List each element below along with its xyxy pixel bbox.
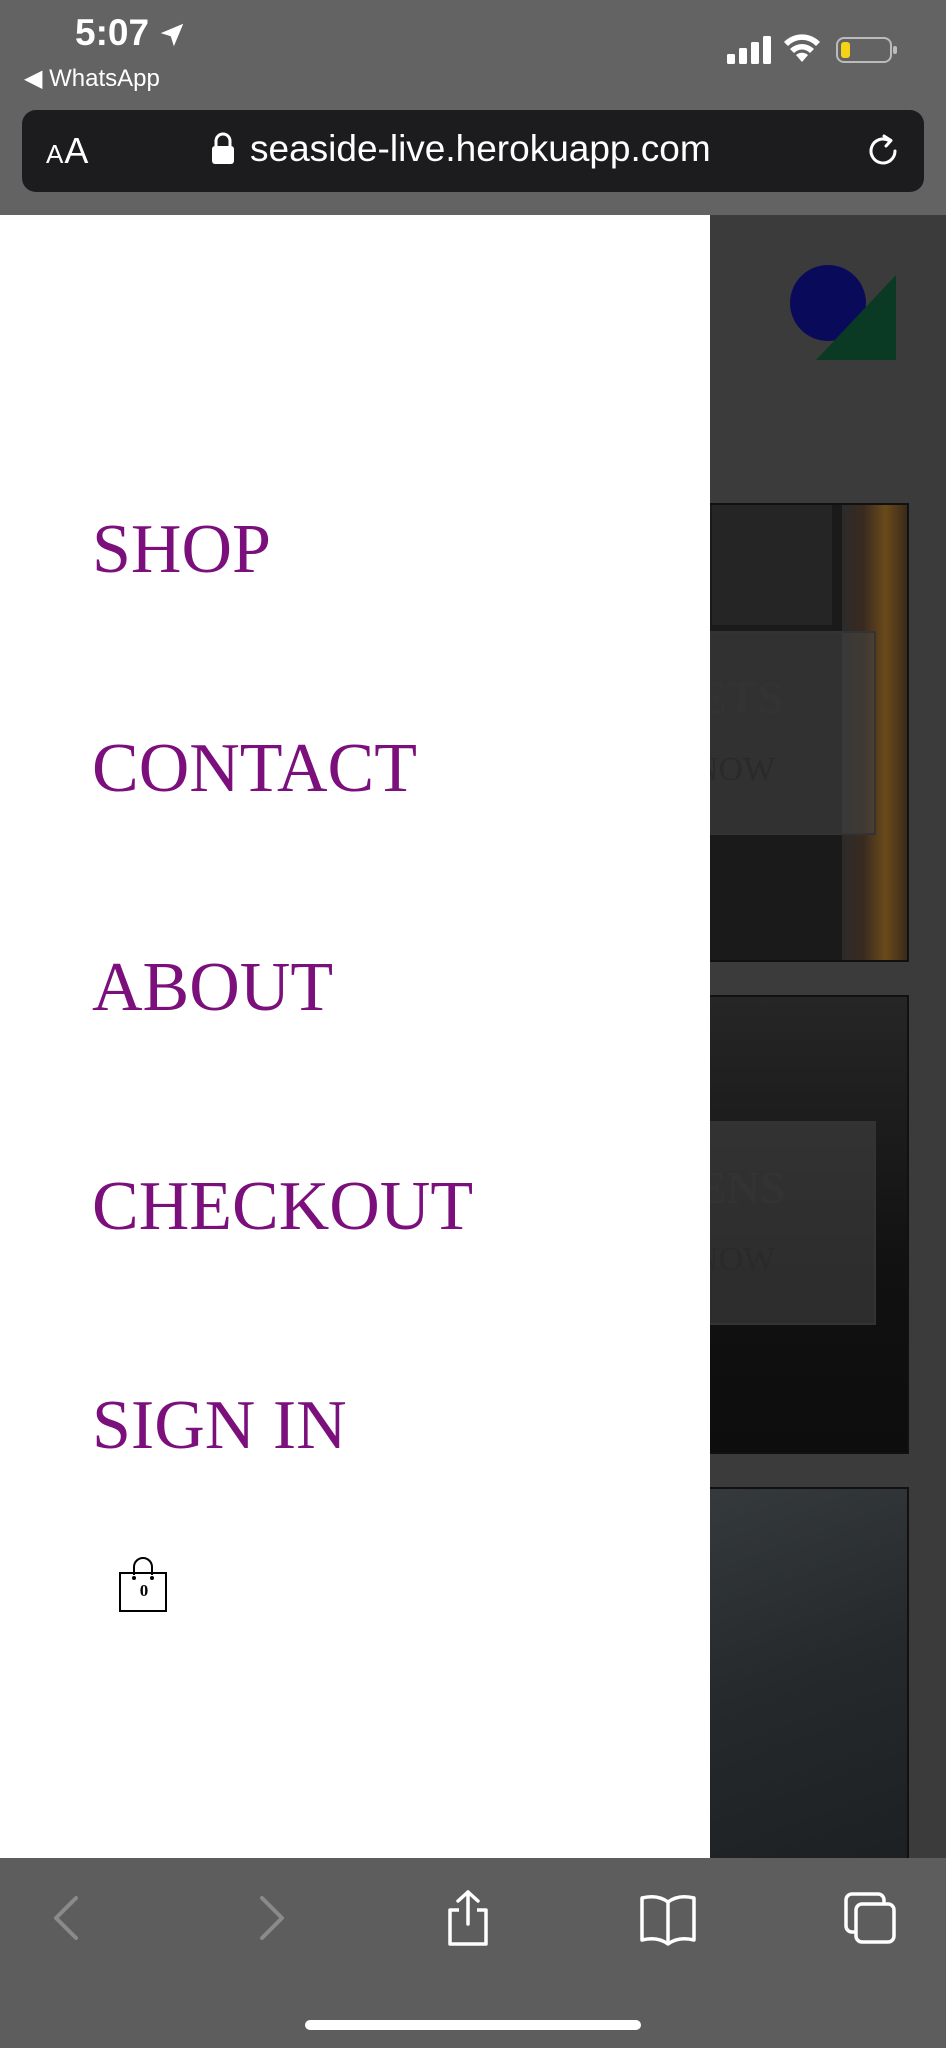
share-icon[interactable]: [438, 1888, 498, 1948]
wifi-icon: [784, 34, 820, 62]
category-card[interactable]: ENS NOW: [690, 995, 909, 1454]
screen: 5:07 ◀ WhatsApp AA seaside-live.herokuap…: [0, 0, 946, 2048]
menu-item-contact[interactable]: CONTACT: [92, 734, 417, 804]
url-text[interactable]: seaside-live.herokuapp.com: [250, 128, 711, 170]
reload-icon[interactable]: [864, 132, 902, 170]
home-indicator[interactable]: [305, 2020, 641, 2030]
cart-button[interactable]: 0: [118, 1557, 170, 1615]
status-bar: 5:07 ◀ WhatsApp: [0, 0, 946, 100]
card-overlay: ETS NOW: [692, 631, 876, 835]
menu-item-sign-in[interactable]: SIGN IN: [92, 1391, 347, 1461]
browser-url-area: AA seaside-live.herokuapp.com: [0, 100, 946, 215]
site-logo[interactable]: [788, 265, 898, 365]
address-bar[interactable]: AA seaside-live.herokuapp.com: [22, 110, 924, 192]
bookmarks-icon[interactable]: [638, 1888, 698, 1948]
text-size-button[interactable]: AA: [46, 130, 89, 172]
category-card[interactable]: ETS NOW: [690, 503, 909, 962]
card-overlay: ENS NOW: [692, 1121, 876, 1325]
menu-item-shop[interactable]: SHOP: [92, 515, 271, 585]
category-card[interactable]: [690, 1487, 909, 1871]
cellular-signal-icon: [727, 36, 771, 64]
menu-item-checkout[interactable]: CHECKOUT: [92, 1172, 473, 1242]
browser-toolbar: [0, 1858, 946, 2048]
menu-item-about[interactable]: ABOUT: [92, 953, 333, 1023]
back-to-app-link[interactable]: ◀ WhatsApp: [24, 64, 160, 93]
battery-low-icon: [836, 37, 897, 63]
back-arrow-icon[interactable]: [38, 1888, 98, 1948]
forward-arrow-icon[interactable]: [240, 1888, 300, 1948]
status-time: 5:07: [75, 12, 150, 53]
nav-drawer: SHOP CONTACT ABOUT CHECKOUT SIGN IN 0: [0, 215, 710, 1858]
cart-count: 0: [139, 1581, 149, 1600]
lock-icon: [212, 132, 234, 164]
location-arrow-icon: [160, 23, 184, 47]
tabs-icon[interactable]: [840, 1888, 900, 1948]
